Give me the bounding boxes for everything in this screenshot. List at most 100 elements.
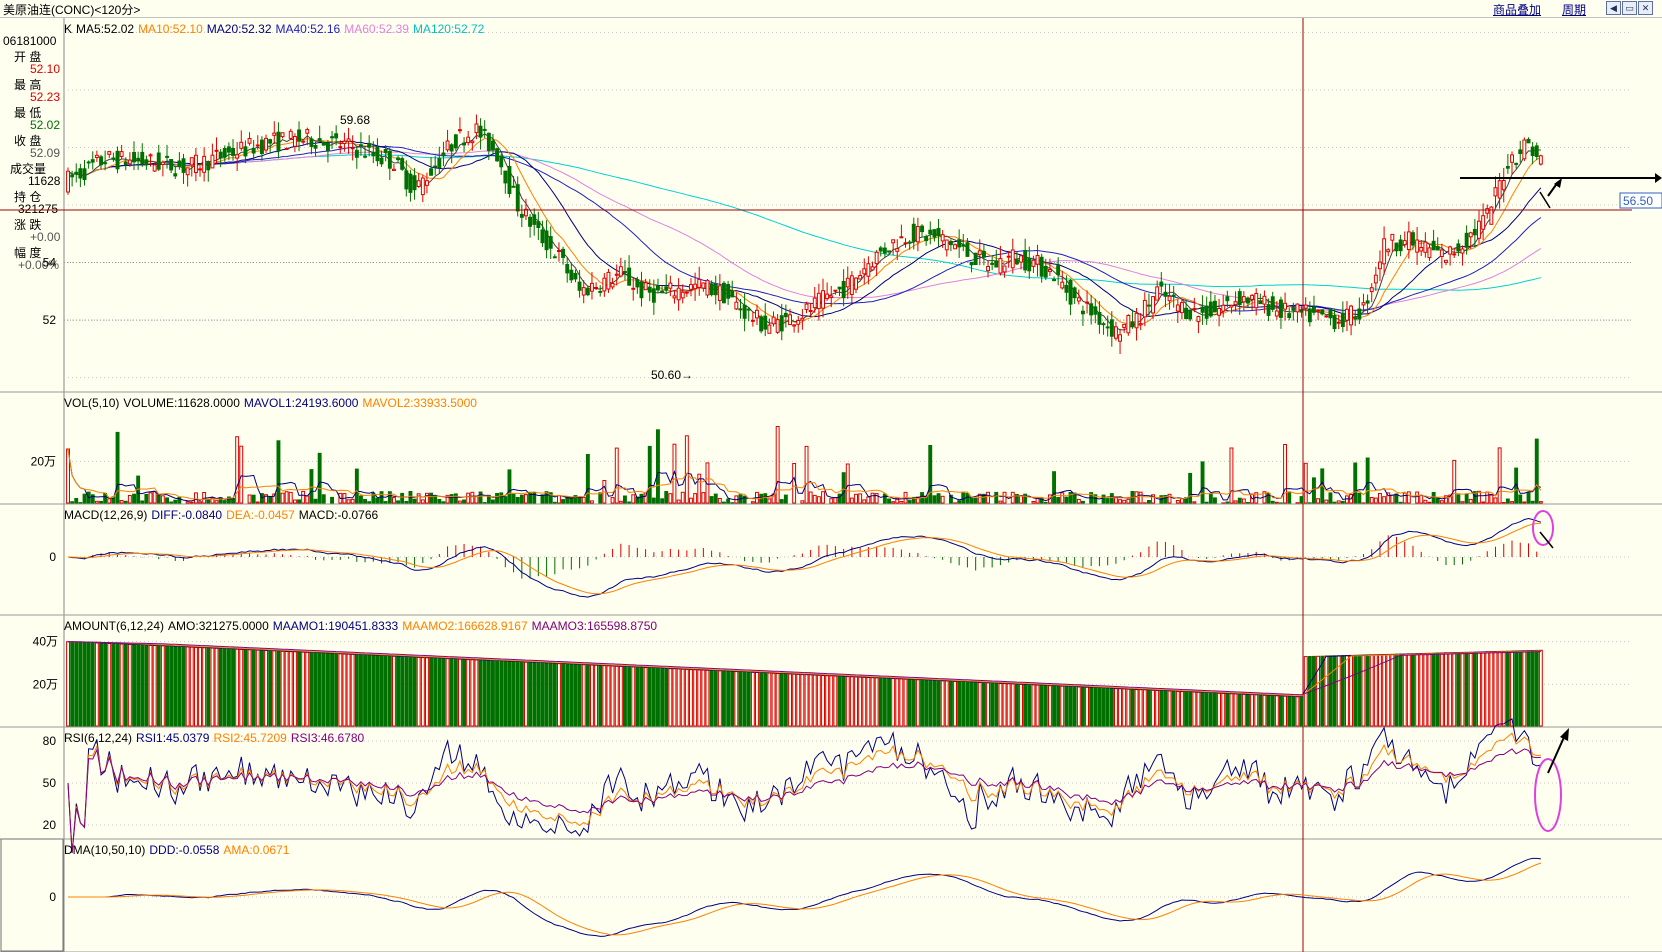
candle: [1109, 319, 1114, 337]
amount-bar: [268, 650, 273, 727]
candle: [1196, 316, 1201, 323]
candle: [1237, 291, 1242, 306]
candle: [247, 138, 252, 144]
macd-tick: 0: [49, 550, 56, 564]
volume-bar: [656, 429, 660, 504]
candle: [1184, 307, 1188, 319]
candle: [111, 157, 116, 160]
volume-bar: [1369, 497, 1374, 504]
amount-bar: [127, 643, 132, 727]
candle: [1072, 287, 1077, 299]
volume-bar: [82, 493, 87, 504]
panel-legend: VOL(5,10) VOLUME:11628.0000 MAVOL1:24193.6…: [64, 396, 481, 410]
volume-bar: [866, 496, 871, 504]
low-annotation: 50.60→: [651, 368, 693, 382]
candle: [127, 159, 132, 165]
amount-bar: [1085, 686, 1089, 727]
amount-bar: [878, 677, 883, 727]
candle: [1312, 306, 1316, 313]
candle: [882, 247, 887, 254]
candle: [618, 266, 623, 277]
candle: [301, 140, 306, 143]
candle: [293, 136, 297, 147]
volume-bar: [1204, 501, 1209, 504]
legend-item: MA20:52.32: [206, 22, 272, 36]
candle: [363, 155, 368, 158]
amount-bar: [552, 663, 557, 727]
amount-bar: [222, 648, 227, 727]
volume-bar: [462, 499, 467, 504]
volume-bar: [416, 493, 421, 504]
amount-bar: [1019, 683, 1023, 727]
candle: [156, 152, 161, 170]
candle: [288, 130, 293, 139]
candle: [1213, 300, 1217, 312]
volume-bar: [1126, 498, 1131, 504]
candle: [1270, 296, 1275, 310]
candle: [511, 185, 516, 188]
candle: [330, 136, 335, 139]
volume-bar: [524, 494, 528, 504]
amount-bar: [796, 673, 801, 727]
amount-bar: [1340, 655, 1345, 727]
candle: [816, 292, 821, 310]
candle: [1390, 233, 1395, 241]
volume-bar: [891, 501, 896, 504]
amount-bar: [961, 681, 966, 727]
amount-bar: [944, 680, 949, 727]
candle: [1019, 255, 1023, 263]
candle: [160, 161, 165, 166]
candle: [1233, 301, 1238, 306]
amount-bar: [1456, 652, 1461, 727]
amount-bar: [218, 648, 223, 727]
volume-bar: [1534, 438, 1539, 504]
high-annotation: 59.68: [340, 113, 370, 127]
candle: [862, 268, 867, 275]
candle: [1048, 269, 1052, 273]
candle: [1530, 146, 1535, 157]
candle: [255, 144, 260, 147]
amount-bar: [132, 644, 137, 727]
candle: [1345, 308, 1349, 321]
candle: [1229, 304, 1234, 308]
amount-bar: [623, 666, 627, 727]
highlight-circle: [1534, 758, 1562, 832]
candle: [1225, 296, 1230, 302]
amount-bar: [227, 648, 231, 727]
candle: [767, 324, 772, 334]
volume-bar: [194, 492, 198, 504]
candle: [808, 310, 813, 312]
amount-bar: [1522, 650, 1527, 727]
candle: [218, 151, 223, 159]
amount-bar: [618, 665, 623, 727]
amount-bar: [1497, 650, 1502, 727]
panel-legend: DMA(10,50,10) DDD:-0.0558 AMA:0.0671: [64, 843, 293, 857]
amount-bar: [474, 659, 479, 727]
amount-bar: [338, 653, 343, 727]
chart-canvas[interactable]: 54 52 59.68 50.60→ 56.50 20万 0 40万 20万 80 50 20 0: [0, 0, 1662, 952]
amount-bar: [1064, 685, 1069, 727]
candle: [540, 229, 545, 244]
amount-bar: [870, 677, 875, 727]
amount-bar: [495, 660, 500, 727]
amount-bar: [280, 650, 285, 727]
amount-bar: [1320, 655, 1325, 727]
candle: [994, 260, 999, 268]
volume-bar: [511, 493, 516, 504]
amount-bar: [907, 678, 912, 727]
legend-item: MA10:52.10: [138, 22, 203, 36]
candle: [965, 242, 970, 257]
amount-bar: [334, 653, 339, 727]
candle: [722, 282, 726, 304]
candle: [66, 170, 70, 193]
candle: [920, 225, 924, 233]
candle: [1015, 259, 1019, 265]
volume-bar: [239, 445, 244, 504]
legend-item: MA120:52.72: [412, 22, 485, 36]
candle: [1246, 297, 1250, 304]
candle: [1415, 239, 1420, 253]
volume-bar: [293, 499, 297, 504]
volume-bar: [1237, 497, 1242, 504]
amount-bar: [1493, 651, 1498, 727]
candle: [1171, 294, 1176, 297]
